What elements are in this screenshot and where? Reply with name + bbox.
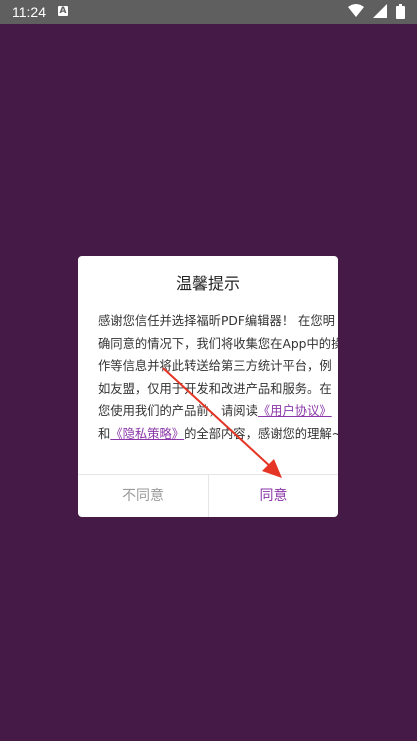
status-icons bbox=[344, 4, 405, 20]
dialog-body: 感谢您信任并选择福昕PDF编辑器！ 在您明 确同意的情况下，我们将收集您在App… bbox=[98, 310, 338, 446]
privacy-consent-dialog: 温馨提示 感谢您信任并选择福昕PDF编辑器！ 在您明 确同意的情况下，我们将收集… bbox=[78, 256, 338, 517]
body-line-3: 作等信息并将此转送给第三方统计平台，例 bbox=[98, 359, 332, 373]
status-bar: 11:24 A bbox=[0, 0, 417, 24]
body-line-6-prefix: 和 bbox=[98, 426, 111, 441]
cell-signal-icon bbox=[372, 4, 387, 18]
status-time: 11:24 bbox=[12, 4, 46, 20]
body-line-6-suffix: 的全部内容，感谢您的理解~ bbox=[184, 426, 338, 441]
body-line-5-text: 您使用我们的产品前，请阅读 bbox=[98, 404, 258, 418]
wifi-icon bbox=[347, 4, 364, 17]
body-line-2: 确同意的情况下，我们将收集您在App中的操 bbox=[98, 336, 338, 351]
battery-icon bbox=[396, 4, 405, 19]
body-line-6: 和《隐私策略》的全部内容，感谢您的理解~ bbox=[98, 423, 338, 446]
dialog-title: 温馨提示 bbox=[175, 274, 240, 293]
dialog-button-row: 不同意 同意 bbox=[78, 474, 338, 517]
body-line-4: 如友盟，仅用于开发和改进产品和服务。在 bbox=[98, 381, 332, 396]
app-notification-icon: A bbox=[58, 6, 68, 16]
body-line-1: 感谢您信任并选择福昕PDF编辑器！ 在您明 bbox=[98, 314, 335, 328]
body-line-5: 您使用我们的产品前，请阅读《用户协议》 bbox=[98, 400, 332, 423]
privacy-policy-link[interactable]: 《隐私策略》 bbox=[110, 427, 184, 441]
agree-button[interactable]: 同意 bbox=[208, 475, 338, 517]
disagree-button[interactable]: 不同意 bbox=[78, 475, 208, 517]
user-agreement-link[interactable]: 《用户协议》 bbox=[258, 404, 332, 418]
